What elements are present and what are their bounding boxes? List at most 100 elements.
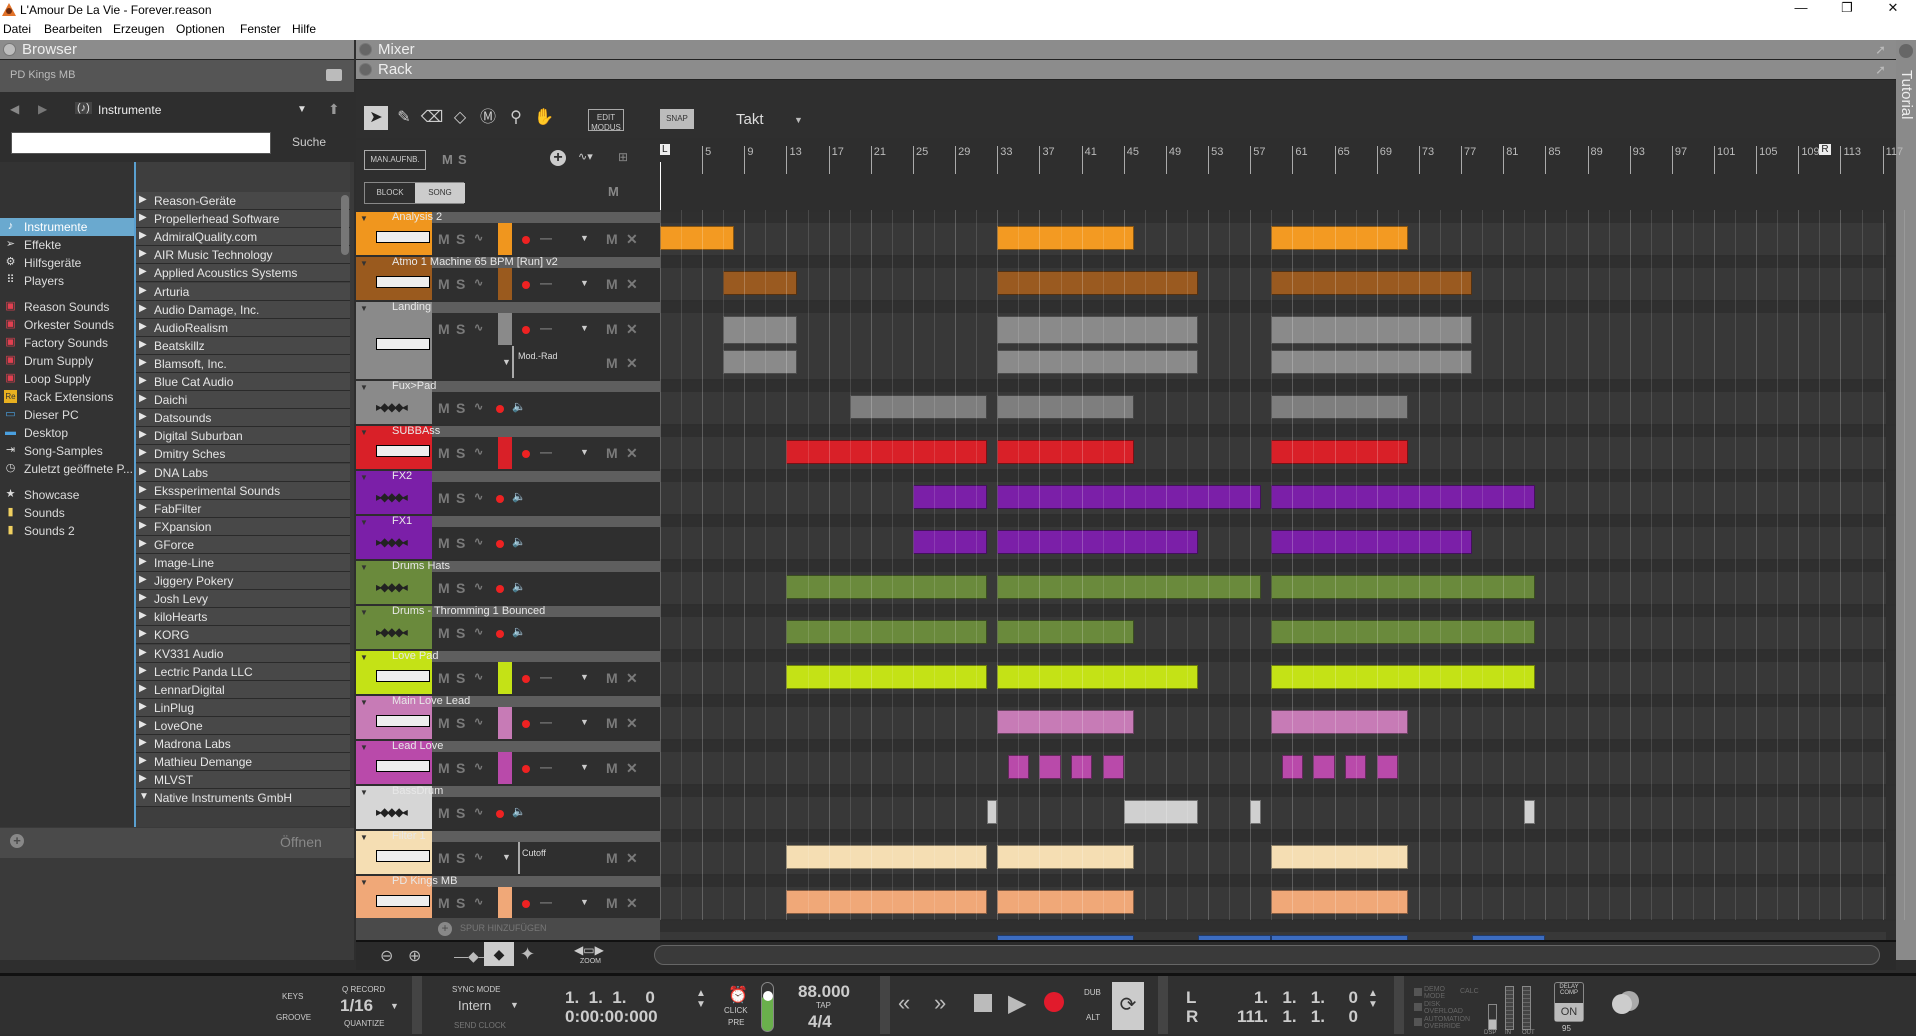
track-analysis-2[interactable]: ▼ Analysis 2 M S ∿ — ▼ M ✕ — [356, 211, 1896, 255]
collapsed-arrow-icon[interactable]: ▶ — [139, 755, 147, 766]
clip[interactable] — [1271, 271, 1472, 295]
clip[interactable] — [1271, 890, 1409, 914]
monitor-speaker-icon[interactable]: 🔈 — [512, 535, 526, 548]
automation-rec-icon[interactable]: ∿ — [474, 276, 483, 289]
collapsed-arrow-icon[interactable]: ▶ — [139, 592, 147, 603]
vendor-row[interactable]: ▶ Madrona Labs — [136, 735, 350, 753]
vendor-row[interactable]: ▶ Datsounds — [136, 409, 350, 428]
q-record-label[interactable]: Q RECORD — [342, 985, 385, 994]
location-reason-sounds[interactable]: ▣ Reason Sounds — [0, 298, 134, 316]
lane-mute-button[interactable]: M — [606, 231, 618, 247]
record-enable-icon[interactable] — [496, 405, 504, 413]
restore-button[interactable]: ❐ — [1824, 0, 1870, 19]
collapsed-arrow-icon[interactable]: ▶ — [139, 466, 147, 477]
chevron-down-icon[interactable]: ▼ — [580, 323, 589, 333]
clip[interactable] — [986, 800, 998, 824]
collapsed-arrow-icon[interactable]: ▶ — [139, 484, 147, 495]
track-solo-button[interactable]: S — [456, 231, 465, 247]
collapsed-arrow-icon[interactable]: ▶ — [139, 411, 147, 422]
record-enable-icon[interactable] — [496, 585, 504, 593]
track-mute-button[interactable]: M — [438, 670, 450, 686]
track-solo-button[interactable]: S — [456, 805, 465, 821]
collapsed-arrow-icon[interactable]: ▶ — [139, 520, 147, 531]
location-sounds-2[interactable]: ▮ Sounds 2 — [0, 522, 134, 540]
collapsed-arrow-icon[interactable]: ▶ — [139, 357, 147, 368]
track-filter-1[interactable]: ▼ Filter 1 M S ∿ ▼ Cutoff M ✕ — [356, 830, 1896, 874]
track-mute-button[interactable]: M — [438, 445, 450, 461]
track-lane[interactable] — [660, 223, 1886, 255]
track-mute-button[interactable]: M — [438, 715, 450, 731]
block-song-toggle[interactable]: BLOCK SONG — [364, 182, 465, 204]
track-lane[interactable] — [660, 617, 1886, 649]
monitor-speaker-icon[interactable]: 🔈 — [512, 400, 526, 413]
chevron-down-icon[interactable]: ▼ — [502, 852, 511, 862]
track-name[interactable]: PD Kings MB — [392, 875, 457, 887]
manual-record-button[interactable]: MAN.AUFNB. — [364, 150, 426, 170]
track-solo-button[interactable]: S — [456, 580, 465, 596]
mute-tool-icon[interactable]: Ⓜ — [476, 106, 500, 130]
track-mute-button[interactable]: M — [438, 625, 450, 641]
track-solo-button[interactable]: S — [456, 760, 465, 776]
track-lane[interactable] — [660, 662, 1886, 694]
vendor-row[interactable]: ▶ LoveOne — [136, 716, 350, 735]
collapse-arrow-icon[interactable]: ▼ — [360, 833, 368, 842]
delete-lane-icon[interactable]: ✕ — [626, 355, 638, 372]
clip[interactable] — [1271, 226, 1409, 250]
collapse-arrow-icon[interactable]: ▼ — [360, 304, 368, 313]
collapsed-arrow-icon[interactable]: ▶ — [139, 447, 147, 458]
track-love-pad[interactable]: ▼ Love Pad M S ∿ — ▼ M ✕ — [356, 650, 1896, 694]
hand-tool-icon[interactable]: ✋ — [532, 106, 556, 130]
track-name[interactable]: Drums - Thromming 1 Bounced — [392, 605, 545, 617]
menu-erzeugen[interactable]: Erzeugen — [113, 22, 164, 36]
vendor-row[interactable]: ▶ Lectric Panda LLC — [136, 662, 350, 681]
clip[interactable] — [1271, 665, 1535, 689]
clip[interactable] — [786, 620, 987, 644]
waveform-large-icon[interactable]: ✦ — [520, 944, 535, 965]
collapse-arrow-icon[interactable]: ▼ — [360, 608, 368, 617]
track-mute-button[interactable]: M — [438, 805, 450, 821]
time-signature-display[interactable]: 4/4 — [808, 1012, 832, 1032]
track-name[interactable]: Lead Love — [392, 740, 443, 752]
automation-rec-icon[interactable]: ∿ — [474, 321, 483, 334]
vendor-row[interactable]: ▶ FXpansion — [136, 517, 350, 536]
automation-rec-icon[interactable]: ∿ — [474, 445, 483, 458]
track-name[interactable]: FX2 — [392, 470, 412, 482]
play-button[interactable]: ▶ — [1008, 989, 1026, 1018]
track-mute-button[interactable]: M — [438, 760, 450, 776]
track-solo-button[interactable]: S — [456, 321, 465, 337]
vendor-row[interactable]: ▶ LinPlug — [136, 698, 350, 717]
location-effekte[interactable]: ➢ Effekte — [0, 236, 134, 254]
vendor-row[interactable]: ▶ FabFilter — [136, 499, 350, 518]
delete-lane-icon[interactable]: ✕ — [626, 670, 638, 687]
tutorial-panel[interactable]: Tutorial — [1896, 40, 1916, 960]
lane-mute-button[interactable]: M — [606, 760, 618, 776]
record-enable-icon[interactable] — [496, 810, 504, 818]
collapsed-arrow-icon[interactable]: ▶ — [139, 683, 147, 694]
collapsed-arrow-icon[interactable]: ▶ — [139, 610, 147, 621]
clip[interactable] — [1271, 620, 1535, 644]
collapsed-arrow-icon[interactable]: ▶ — [139, 628, 147, 639]
track-fx1[interactable]: ▼ FX1 ▸◆◆◆◂ M S ∿ 🔈 — [356, 515, 1896, 559]
loop-right-marker[interactable]: R — [1819, 144, 1831, 155]
clip[interactable] — [912, 485, 987, 509]
automation-clip[interactable] — [723, 350, 797, 374]
add-track-icon[interactable]: + — [550, 150, 566, 166]
lane-mute-button[interactable]: M — [606, 321, 618, 337]
track-lane[interactable] — [660, 572, 1886, 604]
eraser-tool-icon[interactable]: ⌫ — [420, 106, 444, 130]
loop-right-position[interactable]: 111. 1. 1. 0 — [1208, 1007, 1358, 1027]
collapse-arrow-icon[interactable]: ▼ — [360, 653, 368, 662]
clip[interactable] — [1271, 316, 1472, 344]
track-lane[interactable] — [660, 842, 1886, 874]
sync-mode-dropdown[interactable]: Intern — [458, 998, 491, 1013]
browser-header[interactable]: Browser — [0, 40, 354, 60]
block-mode-button[interactable]: BLOCK — [365, 183, 415, 203]
track-solo-button[interactable]: S — [456, 490, 465, 506]
expanded-arrow-icon[interactable]: ▼ — [139, 791, 149, 802]
song-mode-button[interactable]: SONG — [415, 183, 465, 203]
clip[interactable] — [997, 890, 1135, 914]
collapsed-arrow-icon[interactable]: ▶ — [139, 230, 147, 241]
automation-clip[interactable] — [997, 350, 1198, 374]
detach-icon[interactable]: ➚ — [1875, 42, 1886, 58]
clip[interactable] — [997, 575, 1261, 599]
